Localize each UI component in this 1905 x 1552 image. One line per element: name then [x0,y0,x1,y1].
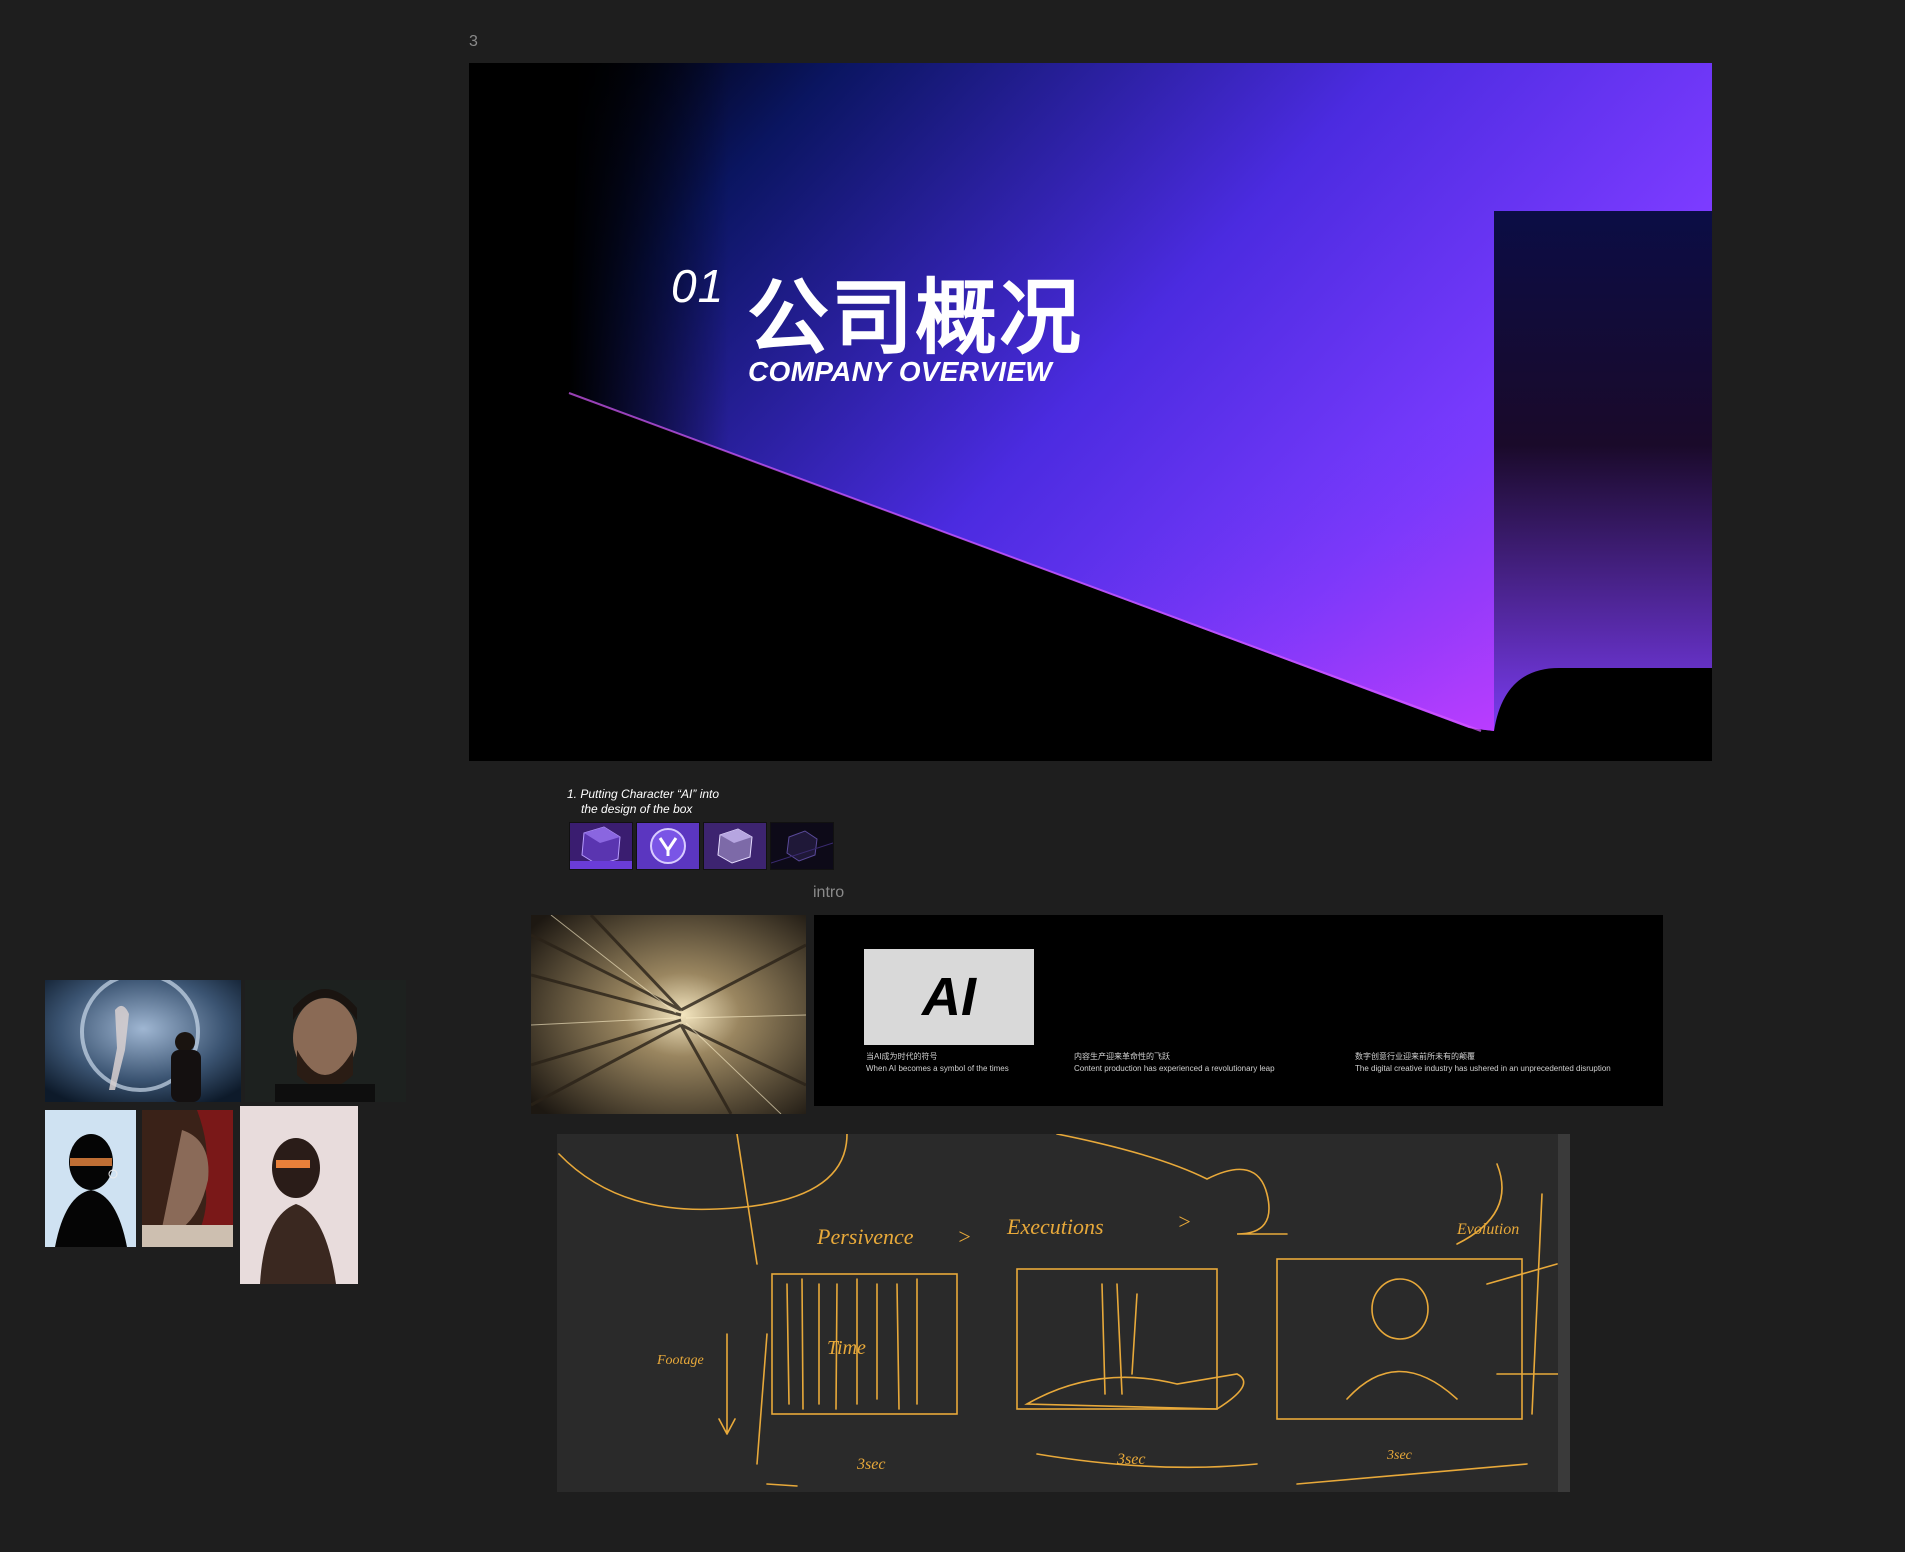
sketch-arrow-2: > [1177,1209,1192,1234]
frame-number-label[interactable]: 3 [469,33,478,51]
storyboard-sketch-drawing: Persivence > Executions > Evolution Foot… [558,1134,1570,1487]
ai-logo-box: AI [864,949,1034,1045]
box-design-note[interactable]: 1. Putting Character “AI” into the desig… [567,787,719,817]
sketch-word-time: Time [827,1337,866,1359]
mood-photo-bearded-man[interactable] [245,980,406,1102]
caption-2-cn: 内容生产迎来革命性的飞跃 [1074,1052,1170,1061]
mood-photo-alien-child[interactable] [45,980,241,1102]
sketch-label-3sec-3: 3sec [1386,1448,1413,1463]
intro-caption-1: 当AI成为时代的符号 When AI becomes a symbol of t… [866,1051,1009,1075]
sketch-scrollbar[interactable] [1558,1134,1570,1492]
box-thumbnail-2[interactable] [636,822,700,870]
intro-caption-2: 内容生产迎来革命性的飞跃 Content production has expe… [1074,1051,1275,1075]
caption-1-cn: 当AI成为时代的符号 [866,1052,938,1061]
slide-background-graphic [469,63,1712,761]
silhouette-woman-light-image [240,1106,358,1284]
box-thumbnail-4[interactable] [770,822,834,870]
box-note-line-1: 1. Putting Character “AI” into [567,787,720,801]
caption-3-cn: 数字创意行业迎来前所未有的颠覆 [1355,1052,1475,1061]
caption-3-en: The digital creative industry has ushere… [1355,1064,1611,1073]
dark-cube-render-image [771,823,833,869]
metal-cube-render-image [704,823,766,869]
silhouette-woman-image [45,1110,136,1247]
ai-logo-render-image [637,823,699,869]
corridor-illustration [531,915,806,1114]
section-number: 01 [671,260,725,312]
mood-photo-silhouette-1[interactable] [45,1110,136,1247]
ai-logo-text: AI [922,967,976,1027]
sketch-label-3sec-2: 3sec [1116,1451,1145,1468]
box-thumbnail-1[interactable] [569,822,633,870]
sketch-label-3sec-1: 3sec [856,1456,885,1473]
storyboard-sketch[interactable]: Persivence > Executions > Evolution Foot… [557,1134,1570,1492]
box-thumbnail-3[interactable] [703,822,767,870]
sketch-arrow-1: > [957,1224,972,1249]
mood-photo-silhouette-2[interactable] [240,1106,358,1284]
corridor-render-image[interactable] [531,915,806,1114]
man-profile-image [142,1110,233,1247]
intro-frame-label[interactable]: intro [813,884,844,902]
slide-company-overview[interactable]: 01 公司概况 COMPANY OVERVIEW [469,63,1712,761]
cube-render-image [570,823,632,869]
sketch-word-persivence: Persivence [816,1224,914,1249]
intro-panel[interactable]: AI 当AI成为时代的符号 When AI becomes a symbol o… [814,915,1663,1106]
caption-1-en: When AI becomes a symbol of the times [866,1064,1009,1073]
sketch-word-evolution: Evolution [1456,1221,1519,1238]
mood-photo-man-profile[interactable] [142,1110,233,1247]
intro-caption-3: 数字创意行业迎来前所未有的颠覆 The digital creative ind… [1355,1051,1611,1075]
section-subtitle: COMPANY OVERVIEW [748,356,1053,387]
sketch-word-footage: Footage [656,1353,704,1368]
sketch-word-executions: Executions [1006,1214,1104,1239]
box-note-line-2: the design of the box [581,802,693,816]
caption-2-en: Content production has experienced a rev… [1074,1064,1275,1073]
section-title-chinese: 公司概况 [747,273,1084,364]
alien-child-image [45,980,241,1102]
bearded-man-image [245,980,406,1102]
